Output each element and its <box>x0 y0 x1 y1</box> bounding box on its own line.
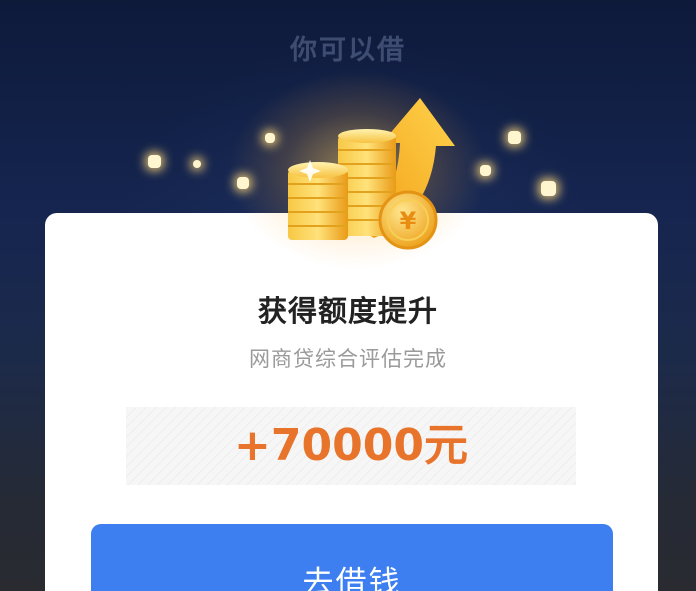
sparkle-icon <box>480 165 491 176</box>
borrow-button[interactable]: 去借钱 <box>91 524 613 591</box>
credit-amount: +70000元 <box>234 420 468 471</box>
sparkle-icon <box>541 181 556 196</box>
sparkle-icon <box>508 131 521 144</box>
coins-arrow-icon: ¥ <box>288 98 455 250</box>
background-title: 你可以借 <box>290 35 406 66</box>
svg-text:¥: ¥ <box>400 207 417 235</box>
sparkle-icon <box>193 160 201 168</box>
sparkle-icon <box>148 155 161 168</box>
sparkle-icon <box>237 177 249 189</box>
card-title: 获得额度提升 <box>257 294 438 328</box>
card-subtitle: 网商贷综合评估完成 <box>249 347 447 371</box>
screen: 你可以借 ¥ 获得额度提升 网商贷综合评估完成 +70000元 去借钱 <box>0 0 696 591</box>
